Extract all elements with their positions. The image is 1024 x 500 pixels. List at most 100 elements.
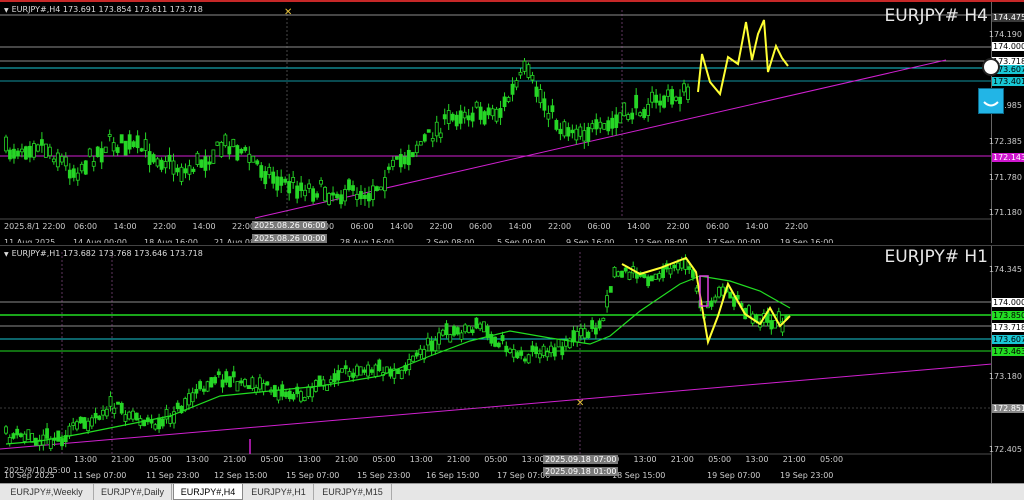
candle-body: [227, 146, 232, 155]
h1-info-bar: ▼ EURJPY#,H1 173.682 173.768 173.646 173.…: [4, 249, 203, 258]
tab-m15[interactable]: EURJPY#,M15: [314, 484, 392, 500]
candle: [403, 362, 408, 374]
candle-body: [362, 369, 367, 373]
candle: [634, 88, 639, 116]
candle-body: [143, 139, 148, 151]
candle: [541, 343, 546, 358]
candle-body: [462, 111, 467, 119]
candle: [422, 345, 427, 363]
candle: [545, 347, 550, 361]
candle-body: [620, 270, 624, 278]
candle-body: [75, 172, 80, 181]
candle-body: [220, 379, 225, 388]
candle-body: [458, 110, 463, 124]
candle-body: [4, 426, 8, 434]
h1-time-label: 12 Sep 15:00: [214, 471, 268, 480]
h1-price-label: 173.718: [992, 323, 1024, 332]
candle: [434, 115, 439, 143]
h1-time-label: 10 Sep 2025: [4, 471, 55, 480]
candle: [650, 86, 655, 109]
h4-chart-canvas[interactable]: ✕: [0, 2, 992, 243]
candle: [219, 140, 224, 159]
candle: [467, 324, 471, 334]
candle-body: [545, 351, 550, 358]
candle-body: [422, 134, 427, 142]
candle: [422, 133, 427, 143]
candle-body: [127, 411, 132, 420]
candle: [147, 143, 152, 173]
candle: [71, 417, 76, 431]
candle-body: [537, 353, 542, 359]
candle: [590, 317, 595, 332]
candle: [123, 410, 128, 426]
collapse-triangle-icon[interactable]: ▼: [4, 7, 9, 14]
candle-body: [332, 373, 337, 383]
candle-body: [59, 155, 64, 163]
h1-chart-pane[interactable]: ✕ ▼ EURJPY#,H1 173.682 173.768 173.646 17…: [0, 245, 1024, 483]
h1-time-label: 16 Sep 15:00: [426, 471, 480, 480]
candle-body: [467, 325, 471, 333]
candle-body: [498, 108, 503, 118]
candle-body: [7, 437, 12, 444]
candle-body: [22, 433, 27, 442]
candle-body: [60, 438, 64, 447]
h4-time-label: 17 Sep 00:00: [707, 238, 761, 243]
candle: [546, 105, 551, 128]
tab-weekly[interactable]: EURJPY#,Weekly: [0, 484, 94, 500]
candle: [455, 325, 460, 336]
pen-icon[interactable]: [982, 58, 1000, 76]
tab-h1[interactable]: EURJPY#,H1: [244, 484, 314, 500]
candle: [263, 166, 268, 190]
candle-body: [299, 391, 303, 402]
collapse-triangle-icon[interactable]: ▼: [4, 251, 9, 258]
candle-body: [183, 168, 188, 174]
h4-chart-pane[interactable]: ✕ ▼ EURJPY#,H4 173.691 173.854 173.611 17…: [0, 0, 1024, 243]
candle-body: [299, 182, 304, 192]
face-icon[interactable]: [978, 88, 1004, 114]
candle-body: [119, 134, 124, 144]
candle-body: [254, 387, 259, 393]
candle: [608, 286, 613, 293]
candle: [127, 130, 132, 154]
candle: [26, 429, 31, 440]
candle: [243, 377, 247, 388]
tab-daily[interactable]: EURJPY#,Daily: [94, 484, 172, 500]
h1-hour-label: 21:00: [223, 455, 247, 464]
tab-h4[interactable]: EURJPY#,H4: [173, 484, 243, 500]
h1-hour-label: 13:00: [409, 455, 433, 464]
candle: [586, 330, 591, 340]
candle-body: [508, 348, 512, 353]
candle-body: [20, 148, 24, 153]
candle-body: [614, 114, 619, 128]
candle: [616, 270, 621, 278]
candle-body: [470, 112, 475, 122]
candle-body: [747, 305, 751, 317]
candle-body: [243, 379, 247, 387]
candle-body: [494, 108, 499, 122]
candle: [626, 112, 631, 122]
candle-body: [496, 342, 501, 348]
candle-body: [82, 417, 87, 429]
candle-body: [552, 347, 557, 357]
candle: [406, 144, 411, 171]
candle: [717, 285, 721, 299]
candle: [594, 113, 599, 136]
h4-time-label: 2 Sep 08:00: [426, 238, 475, 243]
candle: [386, 163, 391, 174]
candle-body: [36, 144, 40, 152]
candle: [379, 186, 383, 191]
candle-body: [147, 151, 152, 165]
candle-body: [71, 422, 76, 426]
candle-body: [209, 377, 214, 388]
candle-body: [39, 139, 44, 146]
candle: [216, 368, 221, 378]
candle: [257, 374, 262, 393]
candle: [504, 341, 509, 357]
candle-body: [601, 317, 606, 322]
candle-body: [386, 166, 391, 170]
candle-body: [605, 295, 609, 308]
h1-chart-canvas[interactable]: ✕: [0, 246, 992, 483]
candle-body: [515, 352, 520, 359]
candle: [207, 155, 212, 171]
h1-hour-label: 05:00: [148, 455, 172, 464]
